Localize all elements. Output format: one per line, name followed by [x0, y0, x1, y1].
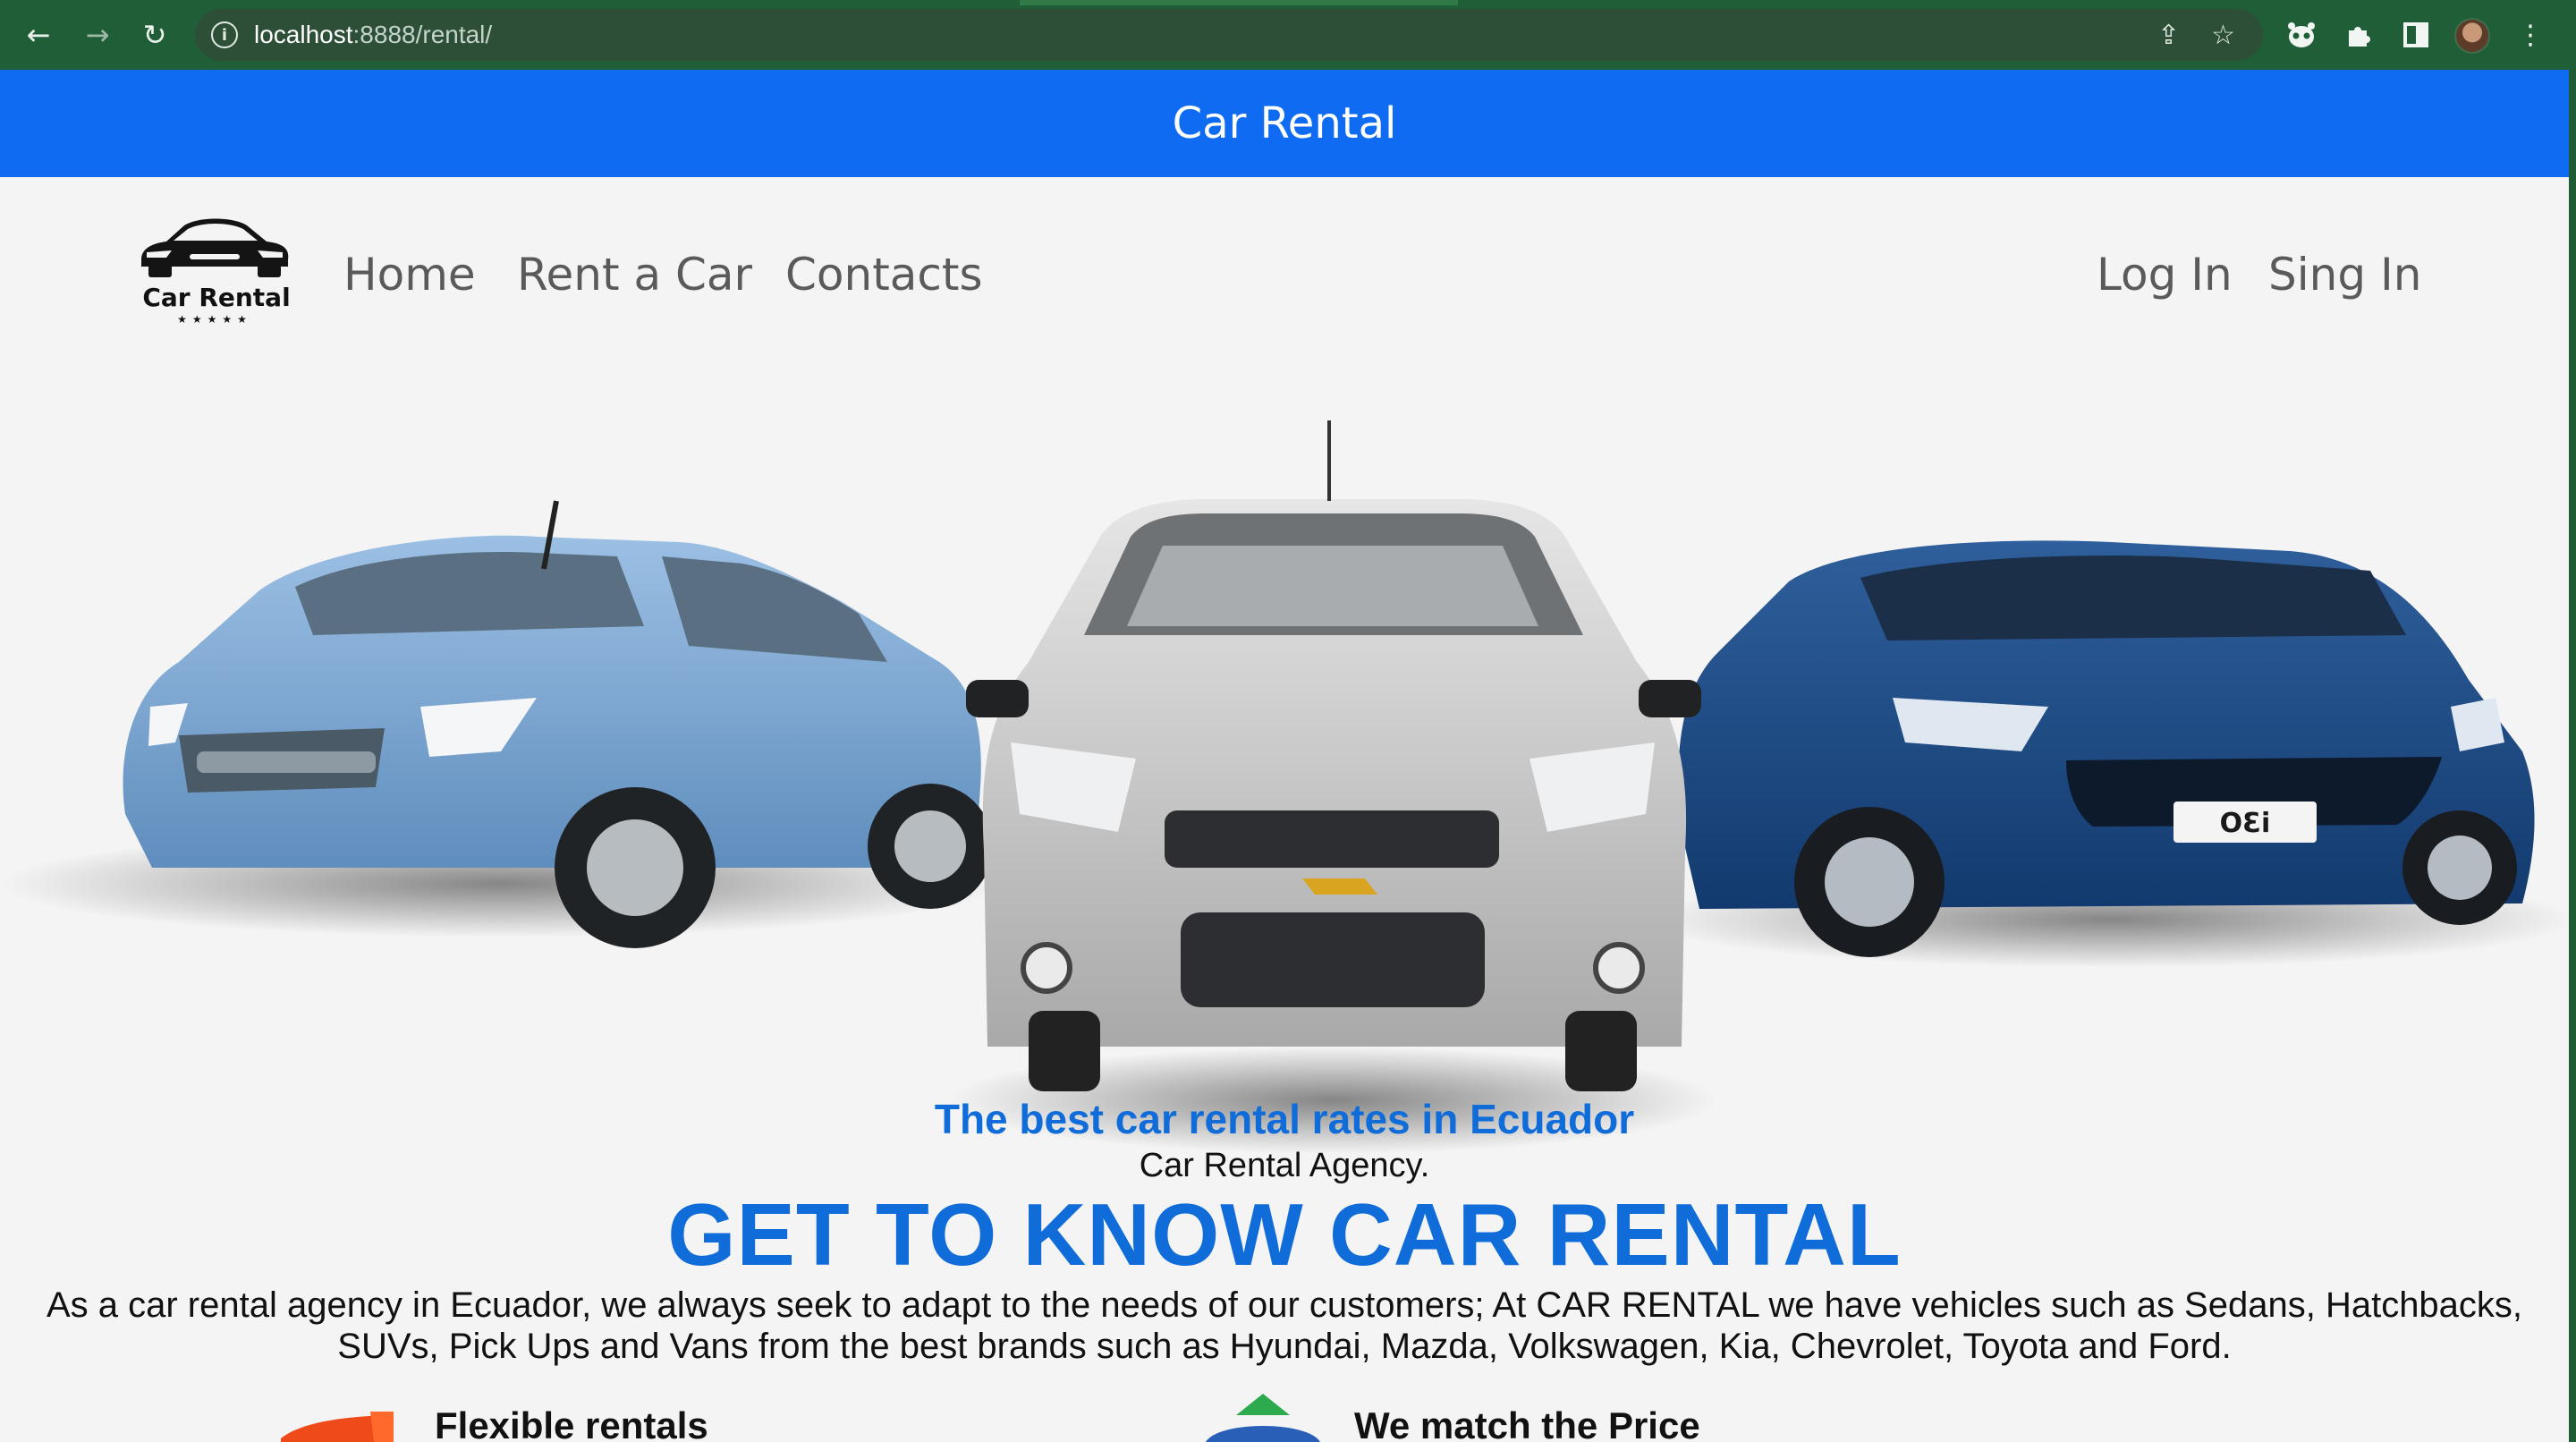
signin-link[interactable]: Sing In: [2268, 249, 2421, 301]
hero-headline: The best car rental rates in Ecuador: [934, 1096, 1635, 1142]
share-icon[interactable]: ⇪: [2157, 20, 2180, 51]
logo-text: Car Rental: [142, 283, 291, 312]
price-match-icon: [1206, 1394, 1320, 1442]
hyundai-blue-right: OƐi: [1678, 540, 2535, 957]
star-icon[interactable]: ☆: [2211, 20, 2235, 51]
logo-stars: ★★★★★: [177, 313, 252, 326]
profile-avatar[interactable]: [2454, 18, 2490, 54]
info-icon[interactable]: i: [211, 21, 238, 48]
login-link[interactable]: Log In: [2097, 249, 2233, 301]
feature-flexible-rentals: Flexible rentals: [435, 1404, 708, 1442]
url-text[interactable]: localhost:8888/rental/: [254, 21, 492, 49]
hero-cars-image: OƐi: [0, 420, 2569, 1154]
back-icon[interactable]: ←: [20, 16, 57, 54]
hero-subtitle: Car Rental Agency.: [1139, 1147, 1430, 1184]
site-logo[interactable]: Car Rental ★★★★★: [136, 213, 293, 326]
reload-icon[interactable]: ↻: [136, 16, 174, 54]
car-logo-icon: [141, 218, 289, 277]
page-viewport: Car Rental Car Rental ★★★★★ Home Rent a …: [0, 70, 2569, 1442]
banner-title: Car Rental: [1172, 98, 1397, 148]
hero-title: GET TO KNOW CAR RENTAL: [667, 1185, 1902, 1284]
browser-toolbar: ← → ↻ i localhost:8888/rental/ ⇪ ☆ ⋮: [0, 0, 2576, 70]
menu-icon[interactable]: ⋮: [2512, 16, 2549, 54]
extension-icon[interactable]: [2283, 16, 2320, 54]
active-tab-indicator: [1020, 0, 1458, 5]
hero-description: As a car rental agency in Ecuador, we al…: [46, 1285, 2523, 1366]
feature-price-match: We match the Price: [1354, 1404, 1700, 1442]
nav-home-link[interactable]: Home: [343, 249, 476, 301]
forward-icon[interactable]: →: [79, 16, 116, 54]
puzzle-icon[interactable]: [2340, 16, 2377, 54]
top-banner: Car Rental: [0, 70, 2569, 177]
window-edge: [2569, 70, 2576, 1442]
svg-text:OƐi: OƐi: [2220, 808, 2271, 839]
silver-sedan-center: [966, 420, 1701, 1091]
address-bar[interactable]: i localhost:8888/rental/ ⇪ ☆: [195, 9, 2263, 61]
nav-rent-link[interactable]: Rent a Car: [517, 249, 752, 301]
flexible-rentals-icon: [281, 1412, 394, 1442]
nav-contacts-link[interactable]: Contacts: [785, 249, 983, 301]
sidepanel-icon[interactable]: [2397, 16, 2435, 54]
